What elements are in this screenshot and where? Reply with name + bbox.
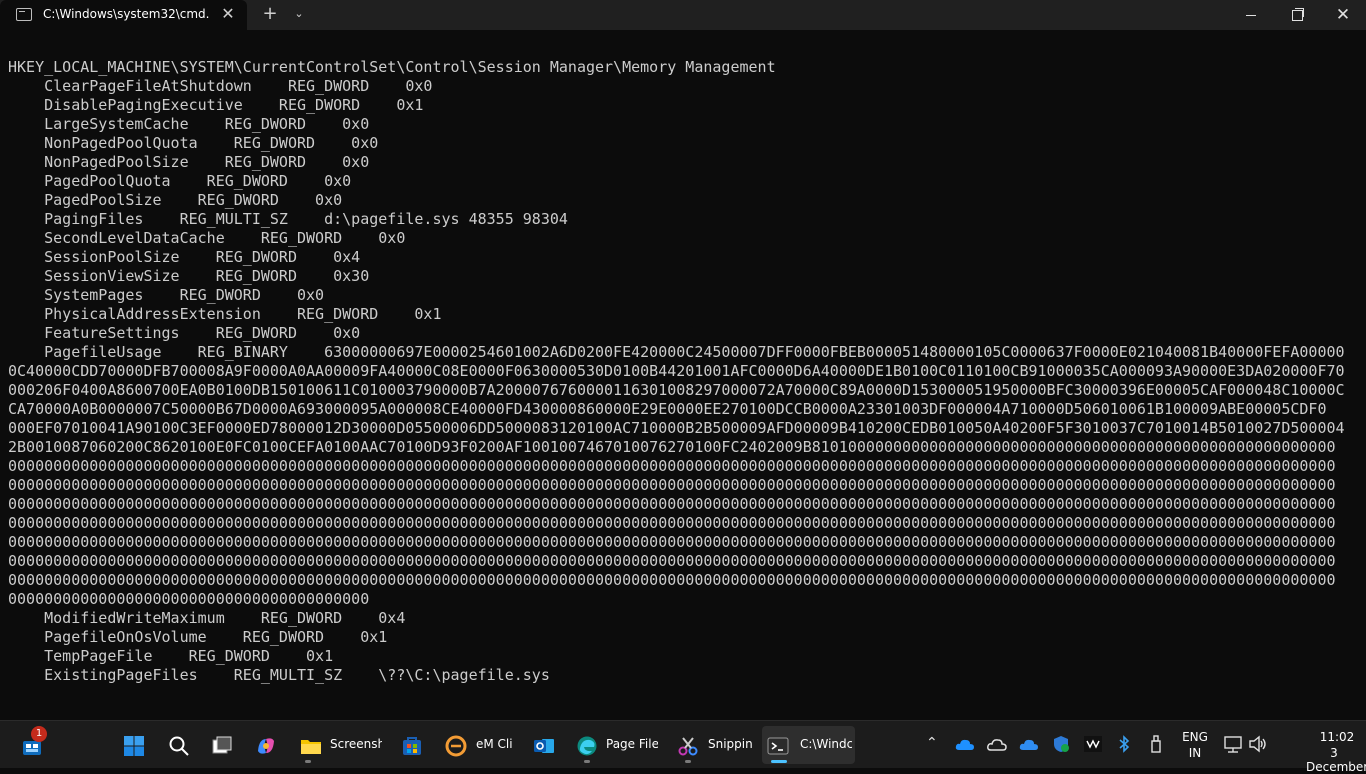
taskbar: 1 Screensh eM Cli Page File Snippin C:\W… [0,720,1366,774]
console-line: FeatureSettings REG_DWORD 0x0 [8,324,361,342]
volume-icon[interactable] [1248,735,1268,753]
console-line: PagedPoolQuota REG_DWORD 0x0 [8,172,352,190]
console-output[interactable]: HKEY_LOCAL_MACHINE\SYSTEM\CurrentControl… [8,58,1358,718]
start-button[interactable] [116,726,152,764]
taskbar-app-edge[interactable]: Page File [570,726,662,764]
console-line: 0000000000000000000000000000000000000000… [8,533,1336,551]
title-bar[interactable]: C:\Windows\system32\cmd.exe ✕ + ⌄ ✕ [0,0,1366,30]
console-line: 000206F0400A8600700EA0B0100DB150100611C0… [8,381,1345,399]
console-line: SystemPages REG_DWORD 0x0 [8,286,325,304]
restore-button[interactable] [1274,0,1320,30]
console-line: PagefileUsage REG_BINARY 63000000697E000… [8,343,1345,361]
network-icon[interactable] [1223,735,1243,753]
wacom-icon[interactable] [1084,736,1102,752]
copilot-button[interactable] [248,726,284,764]
bluetooth-icon[interactable] [1118,735,1130,753]
terminal-icon [767,737,789,755]
console-line: 0000000000000000000000000000000000000000… [8,457,1336,475]
console-line: 0C40000CDD70000DFB700008A9F0000A0AA00009… [8,362,1345,380]
widgets-button[interactable]: 1 [14,726,50,764]
clock-date: 3 December [1306,746,1366,774]
taskbar-label-file-explorer: Screensh [330,737,382,751]
onedrive-personal-icon[interactable] [987,736,1007,752]
onedrive-business-icon[interactable] [1019,736,1039,752]
console-line: 0000000000000000000000000000000000000000 [8,590,370,608]
windows-security-icon[interactable] [1052,735,1070,753]
outlook-icon [534,739,554,753]
console-line: SessionViewSize REG_DWORD 0x30 [8,267,370,285]
console-line: DisablePagingExecutive REG_DWORD 0x1 [8,96,424,114]
console-line: LargeSystemCache REG_DWORD 0x0 [8,115,370,133]
taskbar-app-file-explorer[interactable]: Screensh [294,726,386,764]
taskbar-label-edge: Page File [606,737,658,751]
console-line: 0000000000000000000000000000000000000000… [8,476,1336,494]
running-indicator [305,760,311,763]
console-line: ClearPageFileAtShutdown REG_DWORD 0x0 [8,77,433,95]
taskbar-app-em-client[interactable]: eM Cli [440,726,518,764]
console-line: PagingFiles REG_MULTI_SZ d:\pagefile.sys… [8,210,568,228]
running-indicator [584,760,590,763]
console-line: SecondLevelDataCache REG_DWORD 0x0 [8,229,406,247]
console-line: ExistingPageFiles REG_MULTI_SZ \??\C:\pa… [8,666,550,684]
folder-icon [301,740,321,754]
task-view-icon [212,736,232,754]
taskbar-app-terminal[interactable]: C:\Windc [762,726,855,764]
console-line: TempPageFile REG_DWORD 0x1 [8,647,334,665]
tab-dropdown-button[interactable]: ⌄ [289,4,309,24]
taskbar-label-terminal: C:\Windc [800,737,852,751]
copilot-icon [258,738,274,754]
edge-icon [577,736,597,756]
language-code: ENG [1182,730,1208,744]
tab-title: C:\Windows\system32\cmd.exe [43,7,209,21]
console-line: HKEY_LOCAL_MACHINE\SYSTEM\CurrentControl… [8,58,776,76]
console-line: PagedPoolSize REG_DWORD 0x0 [8,191,343,209]
running-indicator [685,760,691,763]
minimize-button[interactable] [1228,0,1274,30]
notification-badge: 1 [31,726,47,742]
console-line: 0000000000000000000000000000000000000000… [8,571,1336,589]
search-icon [169,736,189,756]
new-tab-button[interactable]: + [259,3,281,25]
console-line: 2B0010087060200C8620100E0FC0100CEFA0100A… [8,438,1336,456]
taskbar-label-em-client: eM Cli [476,737,513,751]
console-line: 0000000000000000000000000000000000000000… [8,495,1336,513]
console-line: NonPagedPoolSize REG_DWORD 0x0 [8,153,370,171]
show-hidden-icons-button[interactable]: ⌃ [926,735,938,751]
console-line: PagefileOnOsVolume REG_DWORD 0x1 [8,628,388,646]
console-line: NonPagedPoolQuota REG_DWORD 0x0 [8,134,379,152]
tab-close-button[interactable]: ✕ [218,4,238,24]
tab-cmd[interactable]: C:\Windows\system32\cmd.exe ✕ [0,0,247,30]
console-line: 0000000000000000000000000000000000000000… [8,552,1336,570]
taskbar-label-snipping-tool: Snippin [708,737,753,751]
em-client-icon [445,735,467,757]
console-line: SessionPoolSize REG_DWORD 0x4 [8,248,361,266]
restore-icon [1291,7,1304,21]
active-indicator [771,760,787,763]
store-icon [403,737,421,755]
search-button[interactable] [161,726,197,764]
onedrive-icon[interactable] [955,736,975,752]
usb-eject-icon[interactable] [1149,735,1163,753]
cmd-icon [16,8,32,21]
minimize-icon [1246,14,1256,16]
taskbar-app-outlook[interactable] [526,726,562,764]
language-region: IN [1188,746,1202,760]
console-line: PhysicalAddressExtension REG_DWORD 0x1 [8,305,442,323]
close-window-button[interactable]: ✕ [1320,0,1366,30]
console-line: 0000000000000000000000000000000000000000… [8,514,1336,532]
clock-time: 11:02 [1319,730,1355,744]
taskbar-app-snipping-tool[interactable]: Snippin [672,726,756,764]
console-line: CA70000A0B0000007C50000B67D0000A69300009… [8,400,1327,418]
taskbar-app-store[interactable] [394,726,430,764]
task-view-button[interactable] [204,726,240,764]
snipping-tool-icon [678,737,698,756]
console-line: 000EF07010041A90100C3EF0000ED78000012D30… [8,419,1345,437]
windows-logo-icon [124,736,144,756]
console-line: ModifiedWriteMaximum REG_DWORD 0x4 [8,609,406,627]
